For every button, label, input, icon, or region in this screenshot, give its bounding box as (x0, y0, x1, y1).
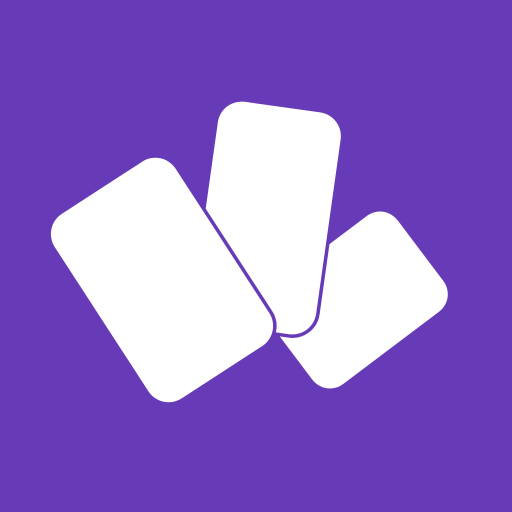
app-icon (0, 0, 512, 512)
cards-icon (0, 0, 512, 512)
